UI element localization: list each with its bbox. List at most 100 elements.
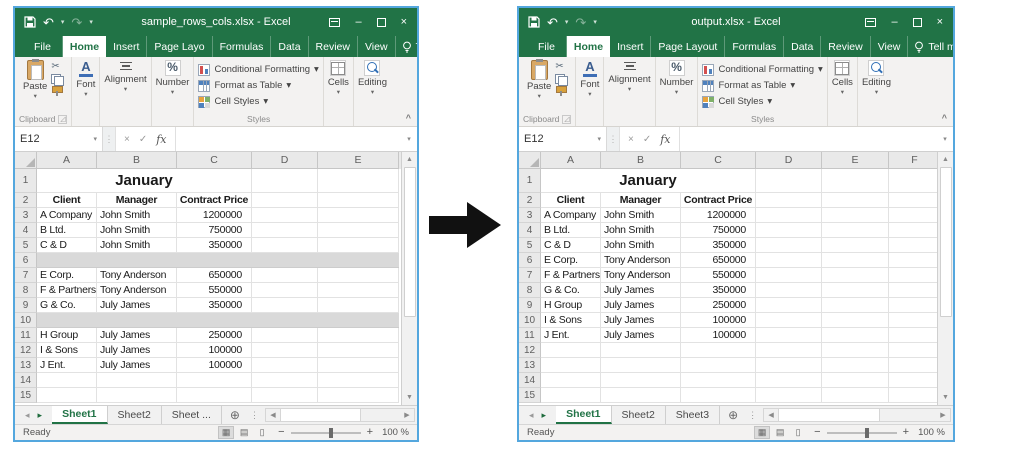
normal-view-icon[interactable]: ▦ <box>218 426 234 439</box>
font-button[interactable]: A Font ▾ <box>76 60 95 99</box>
ribbon-tab-insert[interactable]: Insert <box>610 36 651 57</box>
column-header-c[interactable]: C <box>681 152 756 169</box>
cell-styles-button[interactable]: Cell Styles ▾ <box>198 94 268 109</box>
cell[interactable]: July James <box>601 328 681 343</box>
cell[interactable] <box>889 253 937 268</box>
ribbon-tab-file[interactable]: File <box>23 36 63 57</box>
cell[interactable]: B Ltd. <box>541 223 601 238</box>
cell[interactable] <box>889 343 937 358</box>
row-header-13[interactable]: 13 <box>519 358 541 373</box>
zoom-slider-thumb[interactable] <box>865 428 869 438</box>
row-header-11[interactable]: 11 <box>15 328 37 343</box>
cell[interactable]: I & Sons <box>541 313 601 328</box>
qat-customize-icon[interactable]: ▾ <box>593 18 597 26</box>
cell[interactable] <box>822 238 889 253</box>
cell[interactable] <box>318 283 399 298</box>
expand-formula-bar-icon[interactable]: ▾ <box>401 127 417 151</box>
row-header-9[interactable]: 9 <box>519 298 541 313</box>
paste-button[interactable]: Paste ▾ <box>527 60 551 101</box>
cell[interactable] <box>318 223 399 238</box>
number-button[interactable]: % Number ▾ <box>660 60 694 97</box>
cell-month-title[interactable]: January <box>541 169 756 193</box>
ribbon-tab-view[interactable]: View <box>358 36 396 57</box>
vertical-scroll-thumb[interactable] <box>940 167 952 317</box>
cell[interactable]: H Group <box>541 298 601 313</box>
cell[interactable] <box>889 268 937 283</box>
cell[interactable] <box>756 313 822 328</box>
zoom-slider[interactable] <box>291 432 361 434</box>
alignment-button[interactable]: Alignment ▾ <box>608 60 650 94</box>
sheet-tab-sheet3[interactable]: Sheet3 <box>666 406 720 424</box>
cell[interactable] <box>822 373 889 388</box>
ribbon-tab-data[interactable]: Data <box>784 36 821 57</box>
cell[interactable] <box>252 169 318 193</box>
cell[interactable]: John Smith <box>97 208 177 223</box>
cancel-icon[interactable]: × <box>628 134 634 145</box>
cell[interactable] <box>252 298 318 313</box>
cell[interactable]: Tony Anderson <box>97 268 177 283</box>
cell[interactable]: July James <box>97 343 177 358</box>
select-all-corner[interactable] <box>519 152 541 169</box>
cell[interactable] <box>822 343 889 358</box>
cell[interactable] <box>889 169 937 193</box>
cell[interactable] <box>177 388 252 403</box>
page-layout-view-icon[interactable]: ▤ <box>772 426 788 439</box>
sheet-tab-sheet1[interactable]: Sheet1 <box>556 406 611 424</box>
cell[interactable]: J Ent. <box>541 328 601 343</box>
cell[interactable] <box>601 373 681 388</box>
cell[interactable] <box>318 328 399 343</box>
cell[interactable]: Contract Price <box>177 193 252 208</box>
ribbon-tab-page-layo[interactable]: Page Layo <box>147 36 212 57</box>
cell[interactable] <box>541 343 601 358</box>
cell[interactable] <box>756 223 822 238</box>
cell[interactable]: 550000 <box>177 283 252 298</box>
column-header-b[interactable]: B <box>97 152 177 169</box>
zoom-slider[interactable] <box>827 432 897 434</box>
cell[interactable] <box>822 298 889 313</box>
cell[interactable] <box>318 193 399 208</box>
prev-sheet-icon[interactable]: ◂ <box>529 410 534 421</box>
cell[interactable] <box>318 208 399 223</box>
cell[interactable] <box>756 208 822 223</box>
page-break-view-icon[interactable]: ▯ <box>790 426 806 439</box>
row-header-14[interactable]: 14 <box>519 373 541 388</box>
copy-icon[interactable] <box>555 74 567 84</box>
cell[interactable] <box>756 373 822 388</box>
enter-icon[interactable]: ✓ <box>139 134 147 145</box>
cell[interactable]: 350000 <box>681 283 756 298</box>
zoom-in-icon[interactable]: + <box>903 427 909 438</box>
cell[interactable] <box>889 298 937 313</box>
cell[interactable] <box>252 343 318 358</box>
cell[interactable] <box>601 388 681 403</box>
cell[interactable] <box>252 328 318 343</box>
cell[interactable]: G & Co. <box>541 283 601 298</box>
ribbon-tab-insert[interactable]: Insert <box>106 36 147 57</box>
cell[interactable] <box>822 358 889 373</box>
insert-function-icon[interactable]: fx <box>660 133 670 146</box>
blank-gray-row[interactable] <box>37 253 399 268</box>
scroll-right-icon[interactable]: ▶ <box>400 411 414 419</box>
ribbon-display-options-icon[interactable] <box>865 18 876 27</box>
cell[interactable] <box>252 193 318 208</box>
row-header-8[interactable]: 8 <box>15 283 37 298</box>
cell[interactable]: Tony Anderson <box>601 253 681 268</box>
cell[interactable] <box>756 253 822 268</box>
cell-styles-button[interactable]: Cell Styles ▾ <box>702 94 772 109</box>
sheetbar-grip[interactable]: ⋮ <box>746 406 759 424</box>
maximize-icon[interactable] <box>913 18 922 27</box>
cell[interactable]: 650000 <box>681 253 756 268</box>
cell[interactable]: H Group <box>37 328 97 343</box>
formula-input[interactable] <box>175 127 401 151</box>
zoom-in-icon[interactable]: + <box>367 427 373 438</box>
cell[interactable]: B Ltd. <box>37 223 97 238</box>
scroll-left-icon[interactable]: ◀ <box>764 411 778 419</box>
cell[interactable] <box>889 223 937 238</box>
cell[interactable] <box>756 169 822 193</box>
cell[interactable]: 550000 <box>681 268 756 283</box>
row-header-1[interactable]: 1 <box>519 169 541 193</box>
cell[interactable]: John Smith <box>601 238 681 253</box>
next-sheet-icon[interactable]: ▸ <box>38 410 43 421</box>
horizontal-scrollbar[interactable]: ◀ ▶ <box>265 408 415 422</box>
name-box-dropdown-icon[interactable]: ▾ <box>93 135 97 143</box>
scroll-down-icon[interactable]: ▼ <box>402 390 417 405</box>
